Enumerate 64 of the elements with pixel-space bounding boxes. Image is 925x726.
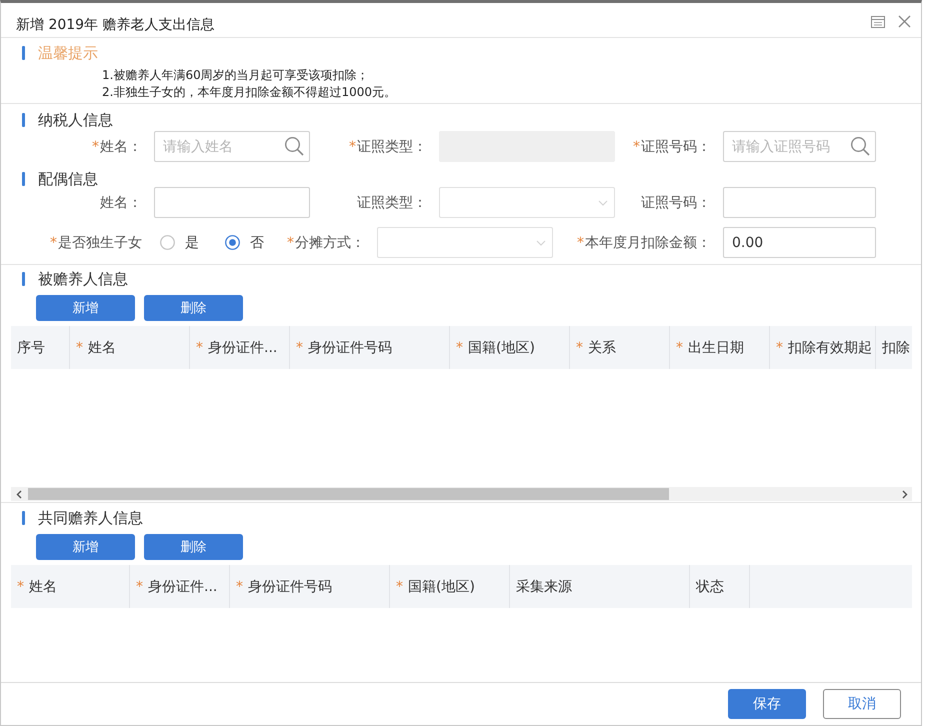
input-field[interactable]: 0.00 [723,227,876,258]
action-button[interactable]: 新增 [36,534,135,560]
window-title: 新增 2019年 赡养老人支出信息 [16,16,216,34]
section-marker-icon [22,46,25,60]
column-header[interactable]: 采集来源 [510,565,690,608]
field-label: *本年度月扣除金额： [576,234,712,252]
column-header[interactable]: 状态 [690,565,750,608]
action-button[interactable]: 删除 [144,295,243,321]
section-marker-icon [22,172,25,186]
radio-option[interactable]: 是 [160,234,199,252]
input-field[interactable] [723,187,876,218]
primary-button[interactable]: 保存 [728,689,806,719]
section-title: 共同赡养人信息 [38,510,143,526]
action-button[interactable]: 新增 [36,295,135,321]
column-header[interactable]: * 出生日期 [670,326,770,369]
chevron-right-icon[interactable] [902,490,908,498]
column-header[interactable]: * 国籍(地区) [390,565,510,608]
section-marker-icon [22,272,25,286]
secondary-button[interactable]: 取消 [823,689,901,719]
tip-text: 2.非独生子女的，本年度月扣除金额不得超过1000元。 [102,84,397,101]
field-label: *证照类型： [348,138,428,156]
section-title: 配偶信息 [38,171,98,187]
radio-option[interactable]: 否 [225,234,264,252]
scrollbar-thumb[interactable] [28,488,669,500]
column-header[interactable]: 扣除 [876,326,912,369]
chevron-left-icon[interactable] [16,490,22,498]
field-label: *是否独生子女 [49,234,143,252]
column-header[interactable]: * 关系 [570,326,670,369]
chevron-down-icon [598,200,608,206]
section-title: 被赡养人信息 [38,271,128,287]
search-icon[interactable] [284,136,304,156]
field-label: *证照号码： [632,138,712,156]
field-label: *分摊方式： [288,234,366,252]
field-label: 证照类型： [356,194,428,212]
input-field[interactable] [154,187,310,218]
column-header[interactable]: * 身份证件... [130,565,230,608]
chevron-down-icon [536,240,546,246]
dropdown-field[interactable] [439,187,615,218]
section-marker-icon [22,511,25,525]
column-header[interactable]: 序号 [11,326,70,369]
search-field[interactable]: 请输入姓名 [154,131,310,162]
search-field[interactable]: 请输入证照号码 [723,131,876,162]
column-header[interactable]: * 国籍(地区) [450,326,570,369]
radio-icon[interactable] [160,235,175,250]
tip-text: 1.被赡养人年满60周岁的当月起可享受该项扣除； [102,67,370,84]
column-header[interactable]: * 身份证件号码 [230,565,390,608]
column-header[interactable]: * 身份证件... [190,326,290,369]
section-title: 温馨提示 [38,45,98,61]
column-header[interactable]: * 姓名 [11,565,130,608]
horizontal-scrollbar[interactable] [11,487,912,501]
field-label: *姓名： [91,138,143,156]
window-icon[interactable] [871,16,885,28]
search-icon[interactable] [850,136,870,156]
action-button[interactable]: 删除 [144,534,243,560]
column-header[interactable]: * 身份证件号码 [290,326,450,369]
radio-icon[interactable] [225,235,240,250]
field-label: 证照号码： [640,194,712,212]
close-icon[interactable] [898,15,911,28]
field-label: 姓名： [99,194,143,212]
column-header[interactable]: * 扣除有效期起 [770,326,876,369]
section-title: 纳税人信息 [38,112,113,128]
column-header[interactable]: * 姓名 [70,326,190,369]
section-marker-icon [22,113,25,127]
dropdown-field[interactable] [377,227,553,258]
